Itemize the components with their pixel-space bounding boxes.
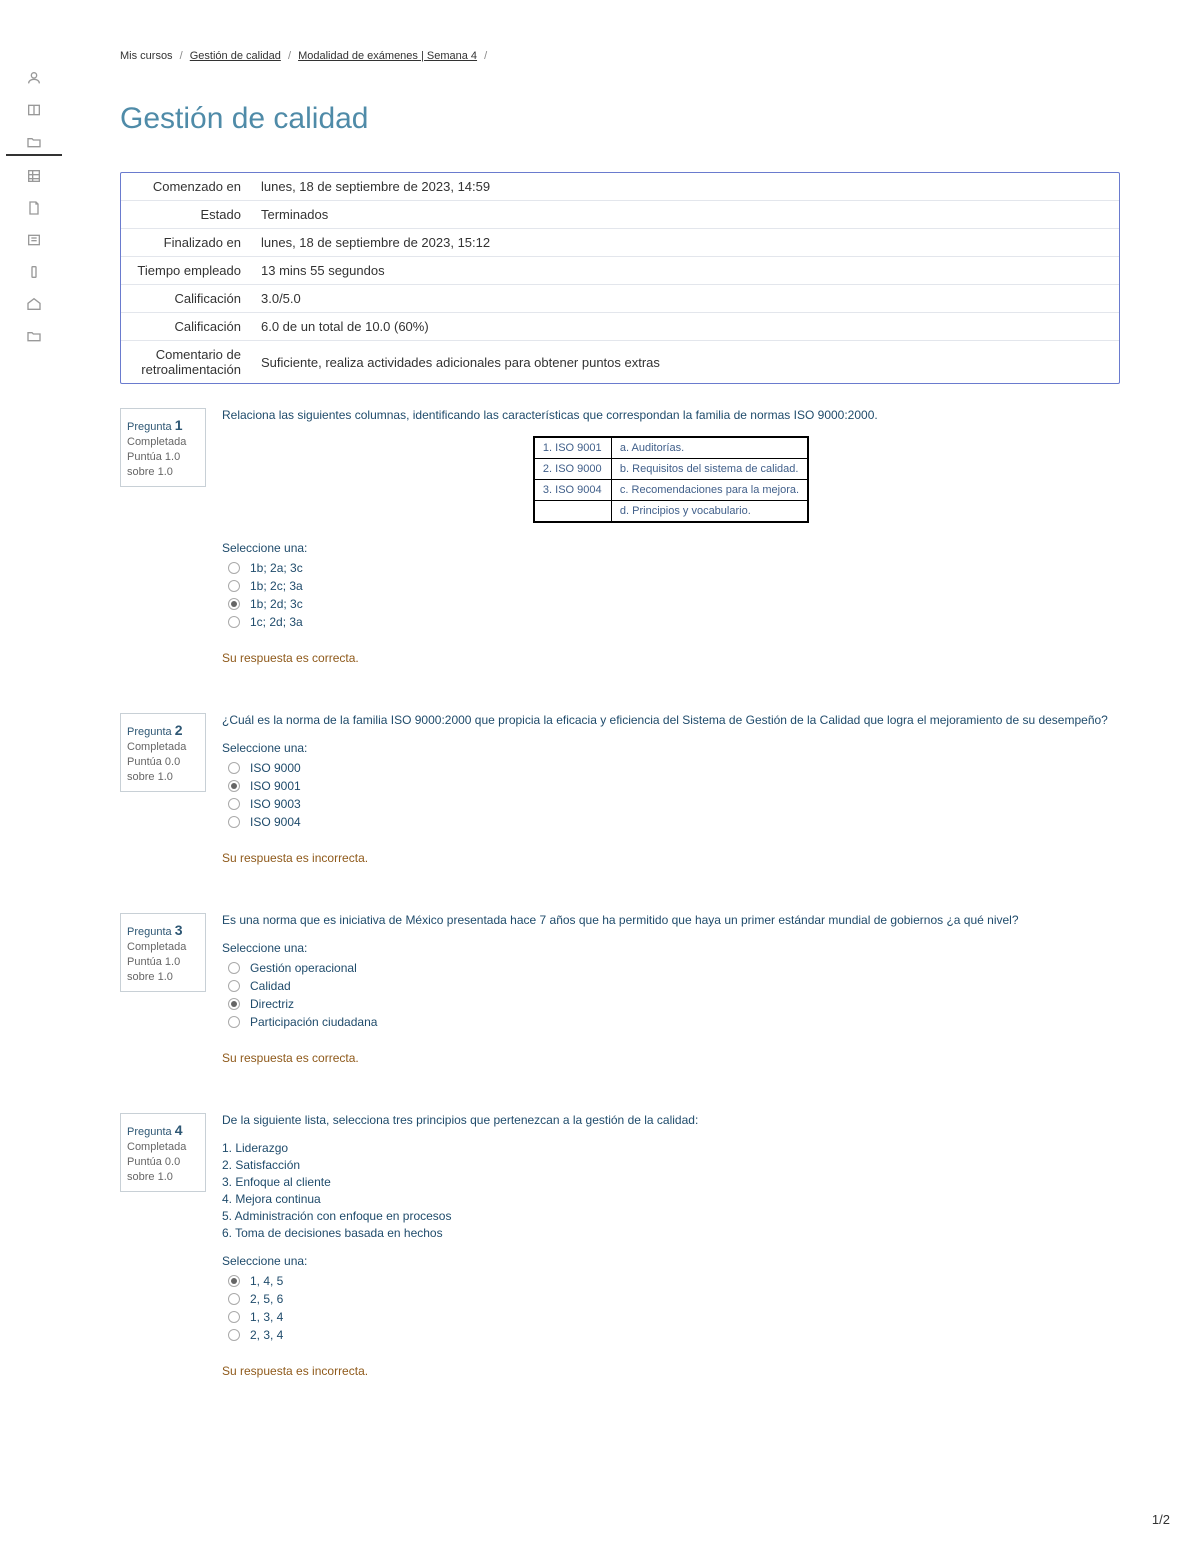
option-radio[interactable]: 1b; 2c; 3a <box>228 579 1120 593</box>
doc-icon[interactable] <box>0 196 68 220</box>
question-info: Pregunta 1 Completada Puntúa 1.0 sobre 1… <box>120 408 206 487</box>
summary-value: 6.0 de un total de 10.0 (60%) <box>251 313 1119 341</box>
summary-value: Terminados <box>251 201 1119 229</box>
question-text: ¿Cuál es la norma de la familia ISO 9000… <box>222 713 1120 727</box>
question-info: Pregunta 4 Completada Puntúa 0.0 sobre 1… <box>120 1113 206 1192</box>
summary-label: Comentario de retroalimentación <box>121 341 251 384</box>
option-radio[interactable]: 1, 4, 5 <box>228 1274 1120 1288</box>
option-radio[interactable]: 1b; 2a; 3c <box>228 561 1120 575</box>
option-radio[interactable]: ISO 9004 <box>228 815 1120 829</box>
breadcrumb: Mis cursos / Gestión de calidad / Modali… <box>120 50 1120 62</box>
summary-value: 3.0/5.0 <box>251 285 1119 313</box>
summary-label: Comenzado en <box>121 173 251 201</box>
summary-label: Calificación <box>121 313 251 341</box>
option-radio[interactable]: ISO 9001 <box>228 779 1120 793</box>
question-info: Pregunta 2 Completada Puntúa 0.0 sobre 1… <box>120 713 206 792</box>
summary-label: Estado <box>121 201 251 229</box>
option-radio[interactable]: ISO 9000 <box>228 761 1120 775</box>
select-prompt: Seleccione una: <box>222 941 1120 955</box>
quiz-summary: Comenzado enlunes, 18 de septiembre de 2… <box>120 172 1120 384</box>
page-counter: 1/2 <box>1152 1512 1170 1527</box>
summary-value: lunes, 18 de septiembre de 2023, 15:12 <box>251 229 1119 257</box>
option-radio[interactable]: Participación ciudadana <box>228 1015 1120 1029</box>
question-text: Relaciona las siguientes columnas, ident… <box>222 408 1120 422</box>
home-icon[interactable] <box>0 292 68 316</box>
summary-label: Calificación <box>121 285 251 313</box>
question-info: Pregunta 3 Completada Puntúa 1.0 sobre 1… <box>120 913 206 992</box>
option-radio[interactable]: 2, 5, 6 <box>228 1292 1120 1306</box>
feedback-text: Su respuesta es incorrecta. <box>222 1364 1120 1378</box>
option-radio[interactable]: Gestión operacional <box>228 961 1120 975</box>
question-3: Pregunta 3 Completada Puntúa 1.0 sobre 1… <box>120 913 1120 1065</box>
summary-value: Suficiente, realiza actividades adiciona… <box>251 341 1119 384</box>
summary-label: Finalizado en <box>121 229 251 257</box>
question-4: Pregunta 4 Completada Puntúa 0.0 sobre 1… <box>120 1113 1120 1378</box>
sidebar <box>0 60 68 356</box>
option-radio[interactable]: 1c; 2d; 3a <box>228 615 1120 629</box>
feedback-text: Su respuesta es correcta. <box>222 1051 1120 1065</box>
select-prompt: Seleccione una: <box>222 741 1120 755</box>
grid-icon[interactable] <box>0 164 68 188</box>
question-1: Pregunta 1 Completada Puntúa 1.0 sobre 1… <box>120 408 1120 665</box>
question-text: Es una norma que es iniciativa de México… <box>222 913 1120 927</box>
select-prompt: Seleccione una: <box>222 1254 1120 1268</box>
list-icon[interactable] <box>0 228 68 252</box>
question-2: Pregunta 2 Completada Puntúa 0.0 sobre 1… <box>120 713 1120 865</box>
summary-value: 13 mins 55 segundos <box>251 257 1119 285</box>
summary-label: Tiempo empleado <box>121 257 251 285</box>
page-title: Gestión de calidad <box>120 102 1120 136</box>
breadcrumb-item[interactable]: Gestión de calidad <box>190 50 281 62</box>
folder2-icon[interactable] <box>0 324 68 348</box>
breadcrumb-item[interactable]: Modalidad de exámenes | Semana 4 <box>298 50 477 62</box>
principles-list: 1. Liderazgo 2. Satisfacción 3. Enfoque … <box>222 1141 1120 1240</box>
option-radio[interactable]: 1b; 2d; 3c <box>228 597 1120 611</box>
option-radio[interactable]: 2, 3, 4 <box>228 1328 1120 1342</box>
select-prompt: Seleccione una: <box>222 541 1120 555</box>
matching-table: 1. ISO 9001a. Auditorías. 2. ISO 9000b. … <box>533 436 809 523</box>
breadcrumb-item[interactable]: Mis cursos <box>120 50 173 62</box>
question-text: De la siguiente lista, selecciona tres p… <box>222 1113 1120 1127</box>
folder-icon[interactable] <box>6 130 62 156</box>
option-radio[interactable]: 1, 3, 4 <box>228 1310 1120 1324</box>
device-icon[interactable] <box>0 260 68 284</box>
feedback-text: Su respuesta es correcta. <box>222 651 1120 665</box>
summary-value: lunes, 18 de septiembre de 2023, 14:59 <box>251 173 1119 201</box>
option-radio[interactable]: ISO 9003 <box>228 797 1120 811</box>
option-radio[interactable]: Calidad <box>228 979 1120 993</box>
feedback-text: Su respuesta es incorrecta. <box>222 851 1120 865</box>
users-icon[interactable] <box>0 66 68 90</box>
book-icon[interactable] <box>0 98 68 122</box>
option-radio[interactable]: Directriz <box>228 997 1120 1011</box>
